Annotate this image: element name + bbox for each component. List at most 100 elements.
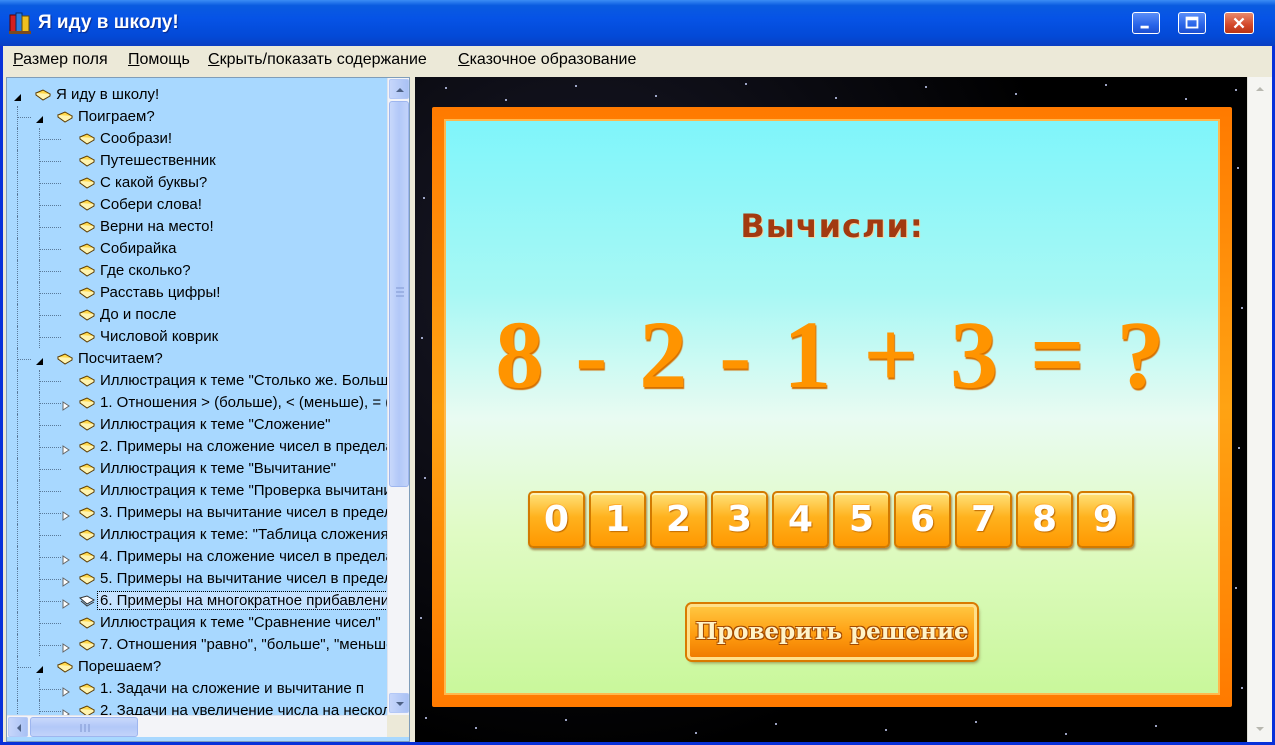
close-button[interactable] [1224, 12, 1254, 34]
tree-connector [17, 128, 18, 150]
expand-triangle-icon[interactable] [61, 684, 71, 697]
maximize-button[interactable] [1178, 12, 1206, 34]
scroll-up-button[interactable] [389, 79, 409, 99]
expand-triangle-icon[interactable] [61, 574, 71, 587]
tree-item[interactable]: Собирайка [7, 238, 387, 260]
tree-item[interactable]: Путешественник [7, 150, 387, 172]
menu-toggle-contents[interactable]: Скрыть/показать содержание [208, 51, 427, 69]
check-solution-button[interactable]: Проверить решение [687, 604, 977, 660]
expand-triangle-icon[interactable] [61, 508, 71, 521]
digit-button[interactable]: 4 [772, 491, 829, 548]
tree-item[interactable]: Порешаем? [7, 656, 387, 678]
tree-item[interactable]: 5. Примеры на вычитание чисел в пределах… [7, 568, 387, 590]
tree-horizontal-scrollbar[interactable] [7, 715, 387, 737]
tree-connector [17, 282, 18, 304]
tree-item[interactable]: Сообрази! [7, 128, 387, 150]
tree-item[interactable]: 1. Отношения > (больше), < (меньше), = (… [7, 392, 387, 414]
tree-item[interactable]: 2. Задачи на увеличение числа на несколь… [7, 700, 387, 716]
tree-item[interactable]: Иллюстрация к теме "Столько же. Больше. … [7, 370, 387, 392]
digit-button[interactable]: 9 [1077, 491, 1134, 548]
digit-button[interactable]: 8 [1016, 491, 1073, 548]
tree-item[interactable]: Где сколько? [7, 260, 387, 282]
expand-triangle-icon[interactable] [61, 552, 71, 565]
book-icon [78, 264, 96, 278]
tree-item[interactable]: Числовой коврик [7, 326, 387, 348]
book-icon [78, 396, 96, 410]
task-title: Вычисли: [740, 207, 924, 245]
book-icon [56, 110, 74, 124]
tree-connector [39, 568, 40, 590]
tree-item[interactable]: 6. Примеры на многократное прибавление и… [7, 590, 387, 612]
tree-connector [17, 700, 18, 716]
scroll-down-button[interactable] [389, 693, 409, 713]
tree-item[interactable]: До и после [7, 304, 387, 326]
tree-item-label: Иллюстрация к теме: "Таблица сложения" [100, 526, 387, 543]
hscroll-thumb[interactable] [30, 717, 138, 737]
scroll-thumb[interactable] [389, 101, 409, 487]
contents-tree[interactable]: Я иду в школу! Поиграем? Сообрази! Путешест… [7, 84, 387, 716]
expand-triangle-icon[interactable] [61, 640, 71, 653]
tree-item[interactable]: Иллюстрация к теме "Сложение" [7, 414, 387, 436]
tree-connector [39, 128, 40, 150]
title-bar[interactable]: Я иду в школу! [0, 0, 1275, 46]
digit-button[interactable]: 0 [528, 491, 585, 548]
tree-item[interactable]: Поиграем? [7, 106, 387, 128]
tree-item[interactable]: Иллюстрация к теме: "Таблица сложения" [7, 524, 387, 546]
tree-item[interactable]: Иллюстрация к теме "Проверка вычитания" [7, 480, 387, 502]
menu-help[interactable]: Помощь [128, 51, 190, 69]
tree-item[interactable]: 7. Отношения "равно", "больше", "меньше" [7, 634, 387, 656]
menu-bar: Размер поля Помощь Скрыть/показать содер… [3, 46, 1272, 74]
scroll-down-arrow-icon[interactable] [1252, 721, 1268, 737]
book-icon [78, 132, 96, 146]
collapse-triangle-icon[interactable] [13, 90, 23, 101]
tree-connector [17, 370, 18, 392]
tree-connector [17, 414, 18, 436]
tree-item[interactable]: Расставь цифры! [7, 282, 387, 304]
star [1238, 447, 1240, 449]
collapse-triangle-icon[interactable] [35, 112, 45, 123]
tree-item-label: Иллюстрация к теме "Столько же. Больше. … [100, 372, 387, 389]
tree-connector [39, 590, 40, 612]
tree-item[interactable]: 2. Примеры на сложение чисел в пределах … [7, 436, 387, 458]
main-vertical-scrollbar[interactable] [1247, 77, 1272, 742]
tree-item[interactable]: Посчитаем? [7, 348, 387, 370]
tree-item-label: Сообрази! [100, 130, 173, 147]
expand-triangle-icon[interactable] [61, 442, 71, 455]
tree-item[interactable]: Иллюстрация к теме "Сравнение чисел" [7, 612, 387, 634]
collapse-triangle-icon[interactable] [35, 662, 45, 673]
menu-fairy-education[interactable]: Сказочное образование [458, 51, 636, 69]
tree-item[interactable]: 4. Примеры на сложение чисел в пределах … [7, 546, 387, 568]
book-icon [78, 242, 96, 256]
star [1235, 89, 1237, 91]
star [1185, 98, 1187, 100]
menu-field-size[interactable]: Размер поля [13, 51, 108, 69]
tree-item-label: Порешаем? [78, 658, 162, 675]
tree-item[interactable]: Я иду в школу! [7, 84, 387, 106]
tree-connector [39, 227, 61, 228]
digit-button[interactable]: 3 [711, 491, 768, 548]
scroll-up-arrow-icon[interactable] [1252, 81, 1268, 97]
digit-button[interactable]: 7 [955, 491, 1012, 548]
digit-button[interactable]: 2 [650, 491, 707, 548]
tree-vertical-scrollbar[interactable] [387, 78, 409, 715]
expand-triangle-icon[interactable] [61, 398, 71, 411]
tree-item[interactable]: Иллюстрация к теме "Вычитание" [7, 458, 387, 480]
expand-triangle-icon[interactable] [61, 596, 71, 609]
star [421, 337, 423, 339]
digit-button[interactable]: 1 [589, 491, 646, 548]
digit-button[interactable]: 6 [894, 491, 951, 548]
book-icon [78, 154, 96, 168]
book-icon [78, 462, 96, 476]
scroll-left-button[interactable] [8, 717, 28, 737]
tree-connector [39, 645, 61, 646]
star [1065, 733, 1067, 735]
tree-item[interactable]: С какой буквы? [7, 172, 387, 194]
tree-item[interactable]: 1. Задачи на сложение и вычитание п [7, 678, 387, 700]
minimize-button[interactable] [1132, 12, 1160, 34]
digit-button[interactable]: 5 [833, 491, 890, 548]
digit-keypad: 0123456789 [528, 491, 1148, 549]
tree-item[interactable]: 3. Примеры на вычитание чисел в пределах… [7, 502, 387, 524]
tree-item[interactable]: Собери слова! [7, 194, 387, 216]
collapse-triangle-icon[interactable] [35, 354, 45, 365]
tree-item[interactable]: Верни на место! [7, 216, 387, 238]
